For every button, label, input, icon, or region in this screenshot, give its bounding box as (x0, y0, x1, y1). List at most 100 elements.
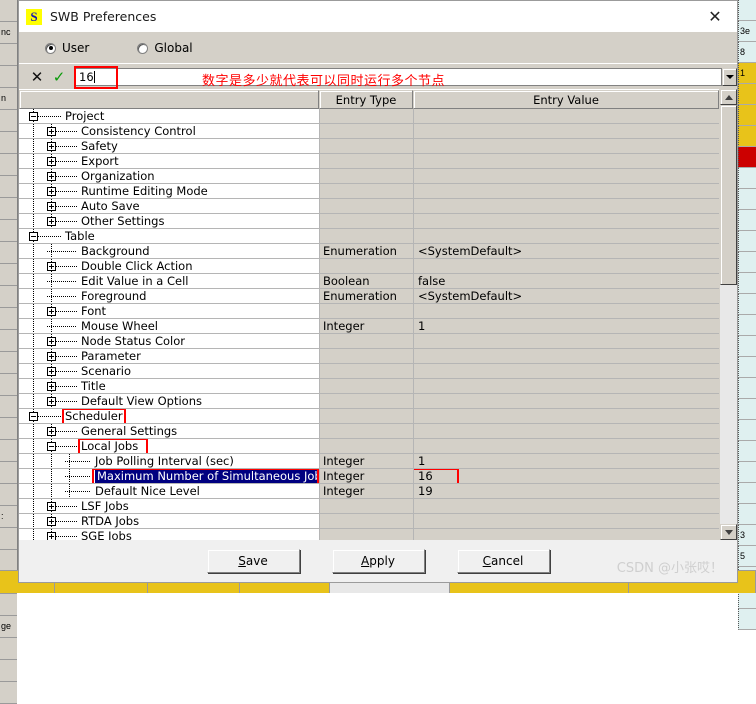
tree-cell[interactable]: LSF Jobs (19, 499, 319, 514)
tree-cell[interactable]: Default View Options (19, 394, 319, 409)
tree-node-label[interactable]: Parameter (81, 349, 141, 363)
entry-value-cell[interactable] (413, 349, 719, 364)
entry-type-cell[interactable] (319, 409, 413, 424)
tree-node-label[interactable]: Project (65, 109, 104, 123)
entry-value-cell[interactable] (413, 199, 719, 214)
table-row[interactable]: Auto Save (19, 199, 719, 214)
entry-type-cell[interactable]: Integer (319, 319, 413, 334)
tree-node-label[interactable]: Mouse Wheel (81, 319, 158, 333)
entry-type-cell[interactable] (319, 214, 413, 229)
tree-cell[interactable]: Table (19, 229, 319, 244)
table-row[interactable]: Consistency Control (19, 124, 719, 139)
tree-node-label[interactable]: General Settings (81, 424, 177, 438)
expand-icon[interactable] (47, 531, 56, 540)
tree-cell[interactable]: Scheduler (19, 409, 319, 424)
table-row[interactable]: Scenario (19, 364, 719, 379)
entry-value-cell[interactable]: 19 (413, 484, 719, 499)
entry-value-cell[interactable] (413, 334, 719, 349)
accept-edit-icon[interactable]: ✓ (49, 68, 69, 86)
table-row[interactable]: Parameter (19, 349, 719, 364)
tree-cell[interactable]: Job Polling Interval (sec) (19, 454, 319, 469)
entry-type-cell[interactable] (319, 514, 413, 529)
entry-value-cell[interactable]: 16 (413, 469, 719, 484)
radio-user[interactable]: User (45, 41, 89, 55)
tree-cell[interactable]: Mouse Wheel (19, 319, 319, 334)
tree-node-label[interactable]: Scenario (81, 364, 131, 378)
table-row[interactable]: Job Polling Interval (sec) Integer 1 (19, 454, 719, 469)
apply-button[interactable]: Apply (331, 549, 425, 573)
entry-value-cell[interactable] (413, 109, 719, 124)
tree-node-label[interactable]: Background (81, 244, 150, 258)
entry-type-cell[interactable] (319, 349, 413, 364)
table-row[interactable]: Safety (19, 139, 719, 154)
tree-cell[interactable]: Default Nice Level (19, 484, 319, 499)
tree-node-label[interactable]: Auto Save (81, 199, 140, 213)
tree-cell[interactable]: RTDA Jobs (19, 514, 319, 529)
grid-vertical-scrollbar[interactable] (719, 89, 737, 540)
entry-value-cell[interactable] (413, 184, 719, 199)
tree-node-label[interactable]: Local Jobs (81, 439, 138, 453)
expand-icon[interactable] (47, 381, 56, 391)
tree-node-label[interactable]: Edit Value in a Cell (81, 274, 189, 288)
entry-value-cell[interactable] (413, 409, 719, 424)
entry-type-cell[interactable]: Integer (319, 454, 413, 469)
expand-icon[interactable] (47, 156, 56, 166)
table-row[interactable]: Table (19, 229, 719, 244)
tree-node-label[interactable]: Safety (81, 139, 118, 153)
tree-node-label[interactable]: Font (81, 304, 106, 318)
entry-value-cell[interactable]: <SystemDefault> (413, 289, 719, 304)
entry-type-cell[interactable]: Enumeration (319, 244, 413, 259)
expand-icon[interactable] (47, 351, 56, 361)
entry-type-cell[interactable] (319, 529, 413, 540)
tree-node-label[interactable]: RTDA Jobs (81, 514, 139, 528)
scrollbar-track[interactable] (720, 105, 737, 524)
expand-icon[interactable] (47, 126, 56, 136)
tree-node-label[interactable]: Organization (81, 169, 155, 183)
entry-value-cell[interactable] (413, 304, 719, 319)
table-row[interactable]: LSF Jobs (19, 499, 719, 514)
entry-value-cell[interactable] (413, 379, 719, 394)
expand-icon[interactable] (47, 396, 56, 406)
expand-icon[interactable] (47, 141, 56, 151)
table-row[interactable]: Export (19, 154, 719, 169)
expand-icon[interactable] (47, 171, 56, 181)
entry-value-cell[interactable] (413, 424, 719, 439)
entry-type-cell[interactable]: Integer (319, 469, 413, 484)
entry-type-cell[interactable] (319, 364, 413, 379)
table-row[interactable]: Mouse Wheel Integer 1 (19, 319, 719, 334)
entry-type-cell[interactable]: Boolean (319, 274, 413, 289)
tree-node-label[interactable]: Other Settings (81, 214, 164, 228)
tree-cell[interactable]: Safety (19, 139, 319, 154)
entry-type-cell[interactable] (319, 199, 413, 214)
tree-cell[interactable]: Other Settings (19, 214, 319, 229)
table-row[interactable]: Background Enumeration <SystemDefault> (19, 244, 719, 259)
column-header-entry-type[interactable]: Entry Type (319, 90, 413, 109)
table-row[interactable]: Organization (19, 169, 719, 184)
table-row[interactable]: Node Status Color (19, 334, 719, 349)
tree-node-label[interactable]: Table (65, 229, 95, 243)
entry-value-cell[interactable] (413, 229, 719, 244)
tree-node-label[interactable]: LSF Jobs (81, 499, 129, 513)
scroll-up-button[interactable] (720, 89, 737, 105)
table-row[interactable]: SGE Jobs (19, 529, 719, 540)
entry-value-cell[interactable] (413, 139, 719, 154)
entry-type-cell[interactable] (319, 424, 413, 439)
tree-node-label[interactable]: Default Nice Level (95, 484, 200, 498)
entry-value-cell[interactable] (413, 259, 719, 274)
tree-cell[interactable]: SGE Jobs (19, 529, 319, 540)
tree-cell[interactable]: Consistency Control (19, 124, 319, 139)
tree-cell[interactable]: Edit Value in a Cell (19, 274, 319, 289)
table-row[interactable]: Scheduler (19, 409, 719, 424)
table-row[interactable]: Double Click Action (19, 259, 719, 274)
tree-cell[interactable]: Organization (19, 169, 319, 184)
table-row[interactable]: Local Jobs (19, 439, 719, 454)
entry-type-cell[interactable] (319, 439, 413, 454)
tree-cell[interactable]: Background (19, 244, 319, 259)
tree-cell[interactable]: Maximum Number of Simultaneous Job (19, 469, 319, 484)
close-icon[interactable]: ✕ (693, 1, 737, 32)
entry-type-cell[interactable] (319, 229, 413, 244)
table-row[interactable]: Default View Options (19, 394, 719, 409)
entry-type-cell[interactable] (319, 154, 413, 169)
entry-value-cell[interactable]: 1 (413, 319, 719, 334)
expand-icon[interactable] (47, 336, 56, 346)
